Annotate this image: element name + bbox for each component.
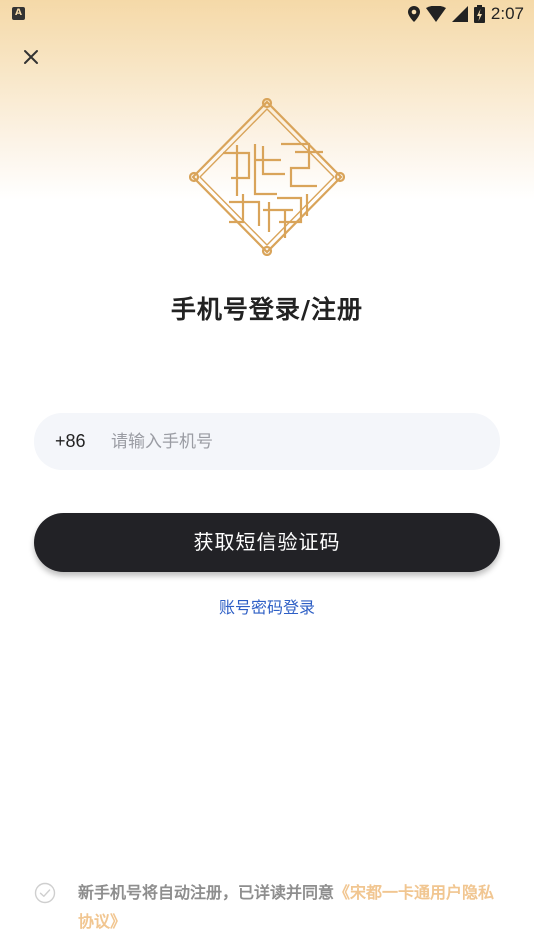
agreement-statement: 新手机号将自动注册，已详读并同意 xyxy=(78,883,335,902)
get-sms-code-button[interactable]: 获取短信验证码 xyxy=(34,513,500,572)
status-time: 2:07 xyxy=(490,4,524,23)
signal-icon xyxy=(451,6,468,22)
status-bar: A 2:07 xyxy=(0,0,534,28)
agreement-text: 新手机号将自动注册，已详读并同意《宋都一卡通用户隐私协议》 xyxy=(78,878,508,936)
status-right-group: 2:07 xyxy=(407,3,524,25)
close-icon xyxy=(24,50,38,64)
check-circle-icon[interactable] xyxy=(34,882,56,904)
password-login-link[interactable]: 账号密码登录 xyxy=(0,594,534,618)
country-code[interactable]: +86 xyxy=(55,431,109,452)
phone-input[interactable] xyxy=(109,430,473,453)
notification-app-icon: A xyxy=(12,7,25,20)
wifi-icon xyxy=(425,6,446,22)
location-icon xyxy=(407,6,420,22)
page-title: 手机号登录/注册 xyxy=(170,295,364,324)
battery-icon xyxy=(473,5,485,23)
close-button[interactable] xyxy=(18,44,44,70)
phone-field[interactable]: +86 xyxy=(34,413,500,470)
brand-logo xyxy=(189,98,345,256)
